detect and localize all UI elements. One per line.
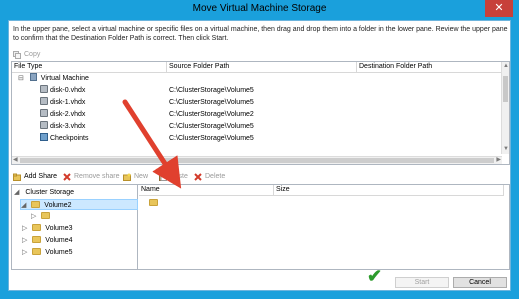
- remove-share-button[interactable]: Remove share: [63, 171, 120, 183]
- disk-icon: [40, 97, 48, 106]
- checkmark-icon: ✔: [367, 266, 383, 286]
- horizontal-scroll-thumb[interactable]: [20, 158, 494, 163]
- collapse-expander[interactable]: ⊟: [18, 75, 24, 82]
- tree-item-volume2[interactable]: ◢ Volume2: [20, 199, 138, 210]
- move-storage-window: Move Virtual Machine Storage ✕ In the up…: [0, 0, 519, 299]
- column-source-folder-path[interactable]: Source Folder Path: [167, 62, 357, 73]
- tree-root-label: Cluster Storage: [25, 189, 74, 196]
- vm-root-label: Virtual Machine: [40, 75, 89, 82]
- delete-label: Delete: [205, 173, 226, 180]
- window-title: Move Virtual Machine Storage: [192, 3, 327, 14]
- tree-item-volume4[interactable]: ▷ Volume4: [22, 235, 73, 246]
- paste-button[interactable]: Paste: [159, 171, 188, 183]
- dialog-body: In the upper pane, select a virtual mach…: [8, 20, 511, 291]
- checkpoints-icon: [40, 133, 48, 142]
- folder-icon: [32, 235, 42, 243]
- tree-item-subfolder[interactable]: ▷: [31, 211, 52, 222]
- remove-share-label: Remove share: [74, 173, 120, 180]
- folder-icon: [31, 200, 41, 208]
- tree-item-label: Volume5: [45, 249, 73, 256]
- copy-label: Copy: [24, 51, 41, 58]
- paste-label: Paste: [170, 173, 188, 180]
- vertical-scroll-thumb[interactable]: [503, 76, 508, 102]
- upper-toolbar: Copy: [11, 49, 506, 61]
- tree-expander-icon[interactable]: ▷: [22, 237, 27, 244]
- instructions-text: In the upper pane, select a virtual mach…: [13, 26, 508, 42]
- column-destination-folder-path[interactable]: Destination Folder Path: [357, 62, 502, 73]
- cancel-button[interactable]: Cancel: [453, 277, 507, 288]
- folder-contents-list[interactable]: Name Size: [139, 185, 509, 269]
- delete-button[interactable]: Delete: [194, 171, 225, 183]
- start-button[interactable]: Start: [395, 277, 449, 288]
- add-share-label: Add Share: [24, 173, 58, 180]
- file-name: disk-1.vhdx: [49, 99, 86, 106]
- new-folder-icon: [123, 173, 131, 181]
- file-name: disk-3.vhdx: [49, 123, 86, 130]
- table-row[interactable]: disk-2.vhdx C:\ClusterStorage\Volume2: [12, 109, 502, 121]
- scroll-up-arrow-icon[interactable]: ▲: [503, 63, 509, 70]
- scroll-right-arrow-icon[interactable]: ▶: [496, 157, 501, 164]
- tree-expander-icon[interactable]: ◢: [21, 202, 26, 209]
- close-icon: ✕: [494, 2, 504, 14]
- folder-icon: [32, 247, 42, 255]
- copy-icon: [13, 51, 21, 59]
- table-row[interactable]: disk-3.vhdx C:\ClusterStorage\Volume5: [12, 121, 502, 133]
- scroll-down-arrow-icon[interactable]: ▼: [503, 146, 509, 153]
- tree-root-cluster-storage[interactable]: ◢ Cluster Storage: [14, 187, 74, 198]
- disk-icon: [40, 109, 48, 118]
- file-name: disk-0.vhdx: [49, 87, 86, 94]
- source-path: C:\ClusterStorage\Volume5: [169, 135, 254, 142]
- vm-files-pane[interactable]: File Type Source Folder Path Destination…: [11, 61, 510, 165]
- dialog-footer: Start Cancel: [9, 274, 510, 290]
- title-bar: Move Virtual Machine Storage ✕: [0, 0, 519, 20]
- new-folder-button[interactable]: New: [123, 171, 148, 183]
- copy-button[interactable]: Copy: [13, 49, 40, 61]
- add-share-button[interactable]: Add Share: [13, 171, 57, 183]
- delete-icon: [194, 173, 202, 181]
- disk-icon: [40, 85, 48, 94]
- tree-item-label: Volume3: [45, 225, 73, 232]
- cluster-storage-tree[interactable]: ◢ Cluster Storage ◢ Volume2 ▷ ▷ Volume3: [12, 185, 138, 269]
- source-path: C:\ClusterStorage\Volume5: [169, 99, 254, 106]
- tree-expander-icon[interactable]: ▷: [22, 249, 27, 256]
- paste-icon: [159, 173, 167, 181]
- vm-root-row[interactable]: ⊟ Virtual Machine: [18, 73, 89, 85]
- column-file-type[interactable]: File Type: [12, 62, 167, 73]
- column-name[interactable]: Name: [139, 185, 274, 196]
- close-button[interactable]: ✕: [485, 0, 513, 17]
- table-row[interactable]: disk-0.vhdx C:\ClusterStorage\Volume5: [12, 85, 502, 97]
- folder-icon: [41, 211, 51, 219]
- scroll-left-arrow-icon[interactable]: ◀: [13, 157, 18, 164]
- tree-item-label: Volume4: [45, 237, 73, 244]
- file-name: disk-2.vhdx: [49, 111, 86, 118]
- virtual-machine-icon: [29, 73, 37, 82]
- table-row[interactable]: Checkpoints C:\ClusterStorage\Volume5: [12, 133, 502, 145]
- source-path: C:\ClusterStorage\Volume5: [169, 123, 254, 130]
- vertical-scrollbar[interactable]: ▲ ▼: [501, 62, 509, 154]
- file-name: Checkpoints: [49, 135, 89, 142]
- lower-toolbar: Add Share Remove share New Paste Delete: [11, 171, 506, 183]
- destination-pane: ◢ Cluster Storage ◢ Volume2 ▷ ▷ Volume3: [11, 184, 510, 270]
- new-folder-label: New: [134, 173, 149, 180]
- list-item[interactable]: [149, 198, 158, 209]
- tree-item-label: Volume2: [44, 202, 72, 209]
- add-share-icon: [13, 173, 21, 181]
- folder-icon: [149, 198, 158, 206]
- column-size[interactable]: Size: [274, 185, 504, 196]
- source-path: C:\ClusterStorage\Volume5: [169, 87, 254, 94]
- disk-icon: [40, 121, 48, 130]
- tree-item-volume5[interactable]: ▷ Volume5: [22, 247, 73, 258]
- tree-expander-icon[interactable]: ▷: [22, 225, 27, 232]
- remove-share-icon: [63, 173, 71, 181]
- table-row[interactable]: disk-1.vhdx C:\ClusterStorage\Volume5: [12, 97, 502, 109]
- folder-icon: [32, 223, 42, 231]
- tree-root-expander-icon[interactable]: ◢: [14, 189, 19, 196]
- source-path: C:\ClusterStorage\Volume2: [169, 111, 254, 118]
- tree-item-volume3[interactable]: ▷ Volume3: [22, 223, 73, 234]
- tree-expander-icon[interactable]: ▷: [31, 213, 36, 220]
- horizontal-scrollbar[interactable]: ◀ ▶: [12, 156, 502, 164]
